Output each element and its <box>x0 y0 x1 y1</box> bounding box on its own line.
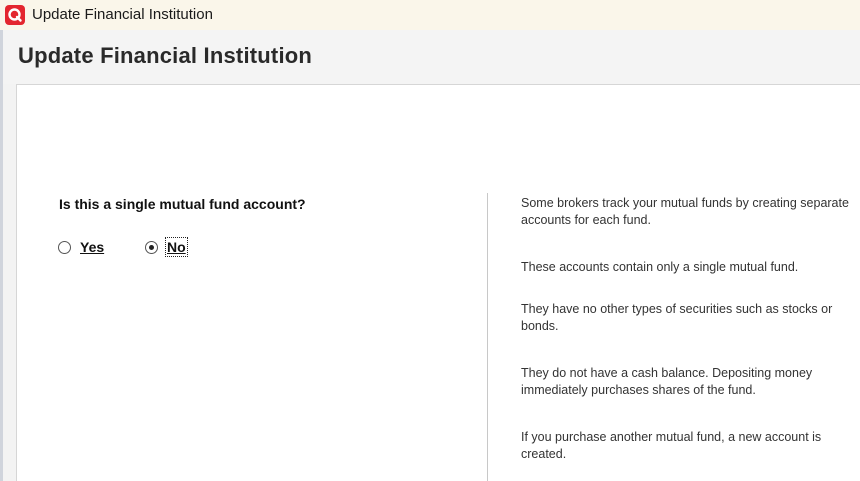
radio-yes-label[interactable]: Yes <box>80 239 104 255</box>
page-header: Update Financial Institution <box>3 30 860 84</box>
question-label: Is this a single mutual fund account? <box>59 196 306 212</box>
radio-yes[interactable]: Yes <box>58 238 104 256</box>
window-title: Update Financial Institution <box>32 6 213 23</box>
vertical-divider <box>487 193 488 481</box>
help-paragraph: They have no other types of securities s… <box>521 302 833 333</box>
radio-no-circle[interactable] <box>145 240 158 254</box>
content-panel: Is this a single mutual fund account? Ye… <box>16 84 860 481</box>
help-paragraph: Some brokers track your mutual funds by … <box>521 196 849 227</box>
title-bar[interactable]: Update Financial Institution <box>0 0 860 30</box>
page-title: Update Financial Institution <box>18 43 313 68</box>
radio-no[interactable]: No <box>145 237 188 257</box>
radio-yes-circle[interactable] <box>58 240 71 254</box>
radio-no-label[interactable]: No <box>165 237 188 257</box>
help-paragraph: If you purchase another mutual fund, a n… <box>521 430 822 461</box>
help-paragraph: They do not have a cash balance. Deposit… <box>521 366 813 397</box>
help-paragraph: These accounts contain only a single mut… <box>521 260 799 274</box>
desktop-edge <box>0 30 3 481</box>
app-window: Update Financial Institution Update Fina… <box>0 0 860 481</box>
quicken-icon <box>5 5 25 25</box>
